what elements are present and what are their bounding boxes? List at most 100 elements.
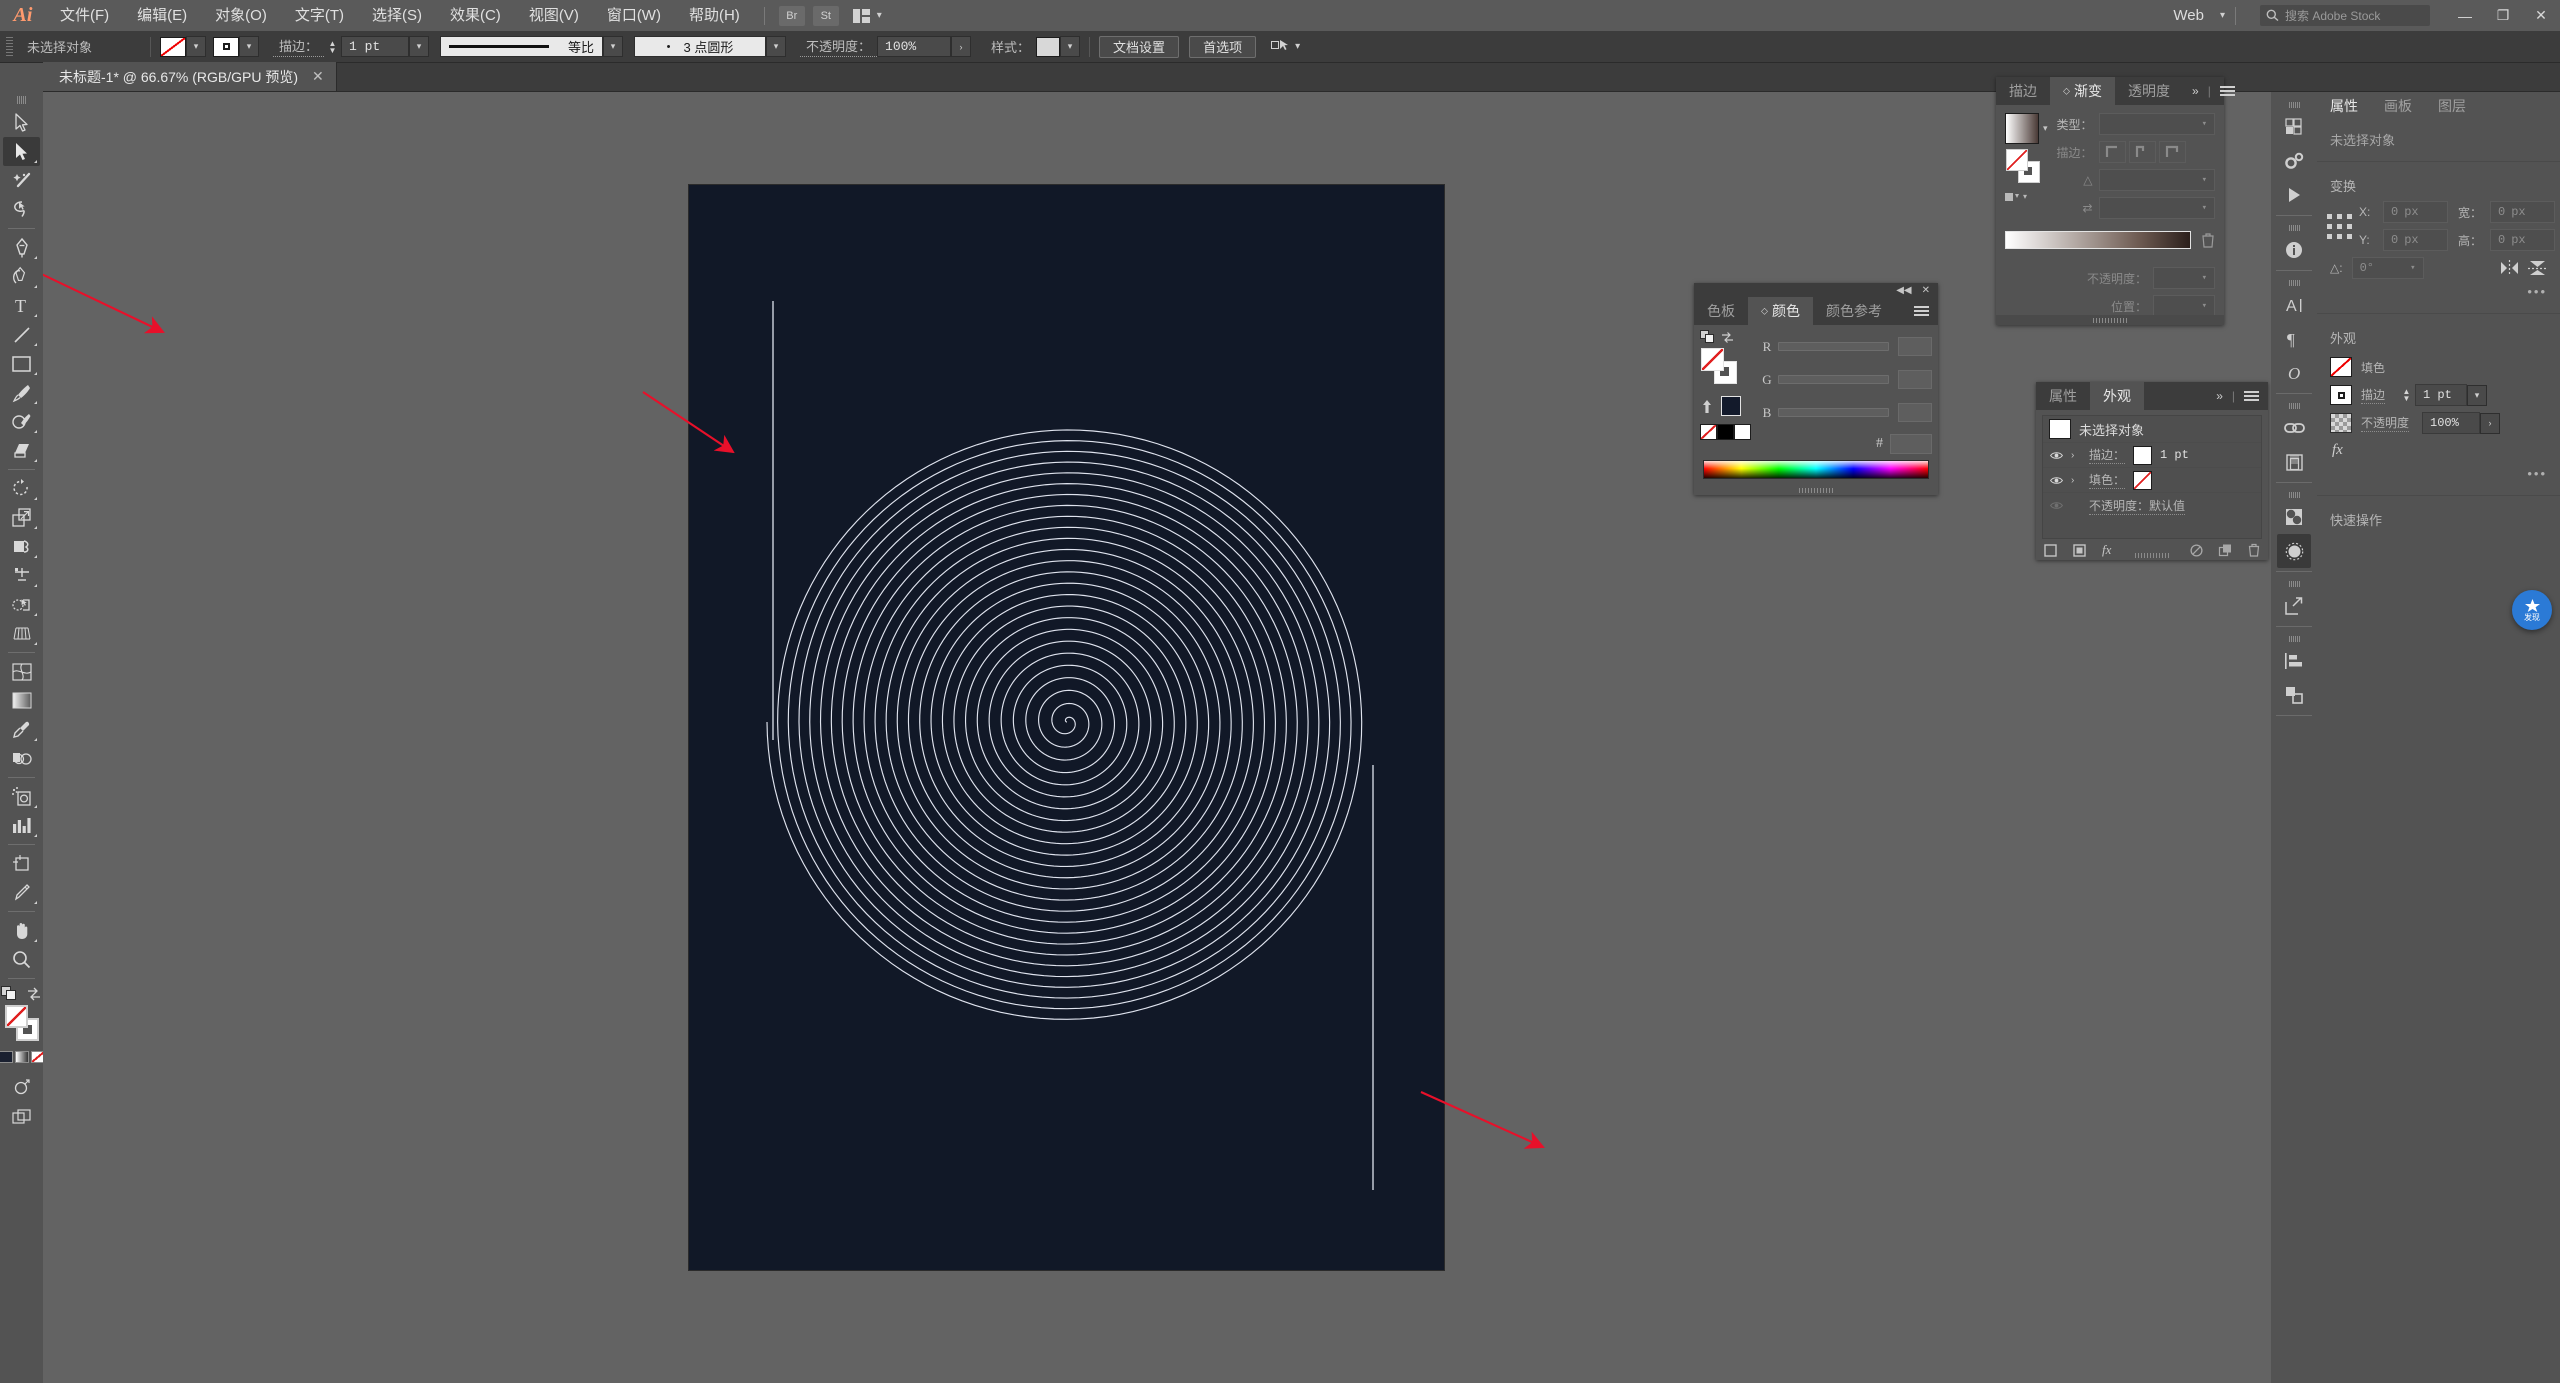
gradient-swatch-button[interactable]	[15, 1051, 29, 1063]
gradient-location-input[interactable]: ▾	[2153, 295, 2215, 317]
line-segment-tool[interactable]	[3, 320, 40, 349]
artboard[interactable]	[689, 185, 1444, 1270]
graphic-style-swatch[interactable]	[1036, 37, 1060, 57]
opacity-label[interactable]: 不透明度：	[800, 36, 877, 57]
eyedropper-tool[interactable]	[3, 715, 40, 744]
transform-x-input[interactable]: 0px	[2383, 201, 2448, 223]
properties-fill-swatch[interactable]	[2330, 357, 2352, 377]
transform-y-input[interactable]: 0px	[2383, 229, 2448, 251]
color-panel-titlebar[interactable]: ◀◀ ✕	[1694, 283, 1938, 297]
tab-gradient[interactable]: ⬦渐变	[2050, 77, 2115, 105]
scale-tool[interactable]	[3, 503, 40, 532]
color-channel-b[interactable]: B	[1756, 396, 1932, 429]
hex-input[interactable]	[1890, 434, 1932, 454]
control-bar-grip[interactable]	[6, 37, 13, 57]
menu-window[interactable]: 窗口(W)	[593, 0, 675, 31]
appearance-row-stroke[interactable]: › 描边： 1 pt	[2043, 443, 2261, 468]
properties-opacity-swatch[interactable]	[2330, 413, 2352, 433]
paragraph-icon[interactable]: ¶	[2277, 322, 2311, 356]
gradient-panel-menu[interactable]: » |	[2183, 77, 2244, 105]
flip-horizontal-icon[interactable]	[2500, 260, 2519, 276]
properties-opacity-caret-icon[interactable]: ›	[2480, 413, 2500, 434]
pen-tool[interactable]	[3, 233, 40, 262]
bridge-icon[interactable]: Br	[779, 6, 805, 26]
white-swatch[interactable]	[1734, 424, 1751, 440]
zoom-tool[interactable]	[3, 945, 40, 974]
properties-stroke-label[interactable]: 描边	[2361, 386, 2385, 404]
appearance-target-row[interactable]: 未选择对象	[2043, 416, 2261, 443]
opacity-input[interactable]: 100%	[877, 36, 951, 57]
slice-tool[interactable]	[3, 878, 40, 907]
graphic-style-caret-icon[interactable]: ▾	[1060, 36, 1080, 57]
tab-color-guide[interactable]: 颜色参考	[1813, 297, 1895, 325]
stroke-dropdown-caret-icon[interactable]: ▾	[239, 36, 259, 57]
appearance-stroke-label[interactable]: 描边：	[2089, 446, 2125, 464]
brushes-icon[interactable]	[2277, 534, 2311, 568]
panel-menu-icon[interactable]	[1914, 306, 1929, 317]
channel-value-b[interactable]	[1898, 403, 1932, 422]
selection-tool[interactable]	[3, 108, 40, 137]
gradient-stroke-along-icon[interactable]	[2129, 141, 2156, 163]
menu-type[interactable]: 文字(T)	[281, 0, 358, 31]
libraries-icon[interactable]	[2277, 110, 2311, 144]
dock-strip-grip[interactable]	[2289, 102, 2300, 108]
visibility-eye-icon[interactable]	[2049, 448, 2063, 462]
properties-stroke-swatch[interactable]	[2330, 385, 2352, 405]
stroke-weight-input[interactable]: 1 pt	[341, 36, 409, 57]
channel-value-g[interactable]	[1898, 370, 1932, 389]
type-tool[interactable]: T	[3, 291, 40, 320]
gradient-preview-swatch[interactable]	[2005, 113, 2039, 144]
gradient-fill-stroke-indicator[interactable]	[2005, 149, 2045, 183]
select-similar-objects-button[interactable]: ▾	[1271, 39, 1300, 55]
tab-swatches[interactable]: 色板	[1694, 297, 1748, 325]
appearance-panel-resize-grip[interactable]	[2036, 550, 2268, 560]
properties-stroke-caret-icon[interactable]: ▾	[2467, 385, 2487, 406]
swap-fill-stroke-thumbnail-icon[interactable]	[1, 986, 18, 1001]
fill-dropdown-caret-icon[interactable]: ▾	[186, 36, 206, 57]
tab-properties[interactable]: 属性	[2036, 382, 2090, 410]
document-tab[interactable]: 未标题-1* @ 66.67% (RGB/GPU 预览) ✕	[43, 62, 337, 91]
properties-stroke-stepper[interactable]: ▲▼	[2400, 388, 2413, 402]
tab-properties[interactable]: 属性	[2317, 92, 2371, 120]
fill-stroke-indicator[interactable]	[3, 1005, 40, 1045]
dock-group-grip[interactable]	[2289, 492, 2300, 498]
panel-menu-icon[interactable]	[2220, 86, 2235, 97]
width-tool[interactable]	[3, 532, 40, 561]
channel-slider-r[interactable]	[1778, 342, 1889, 351]
default-fill-stroke-icon[interactable]	[1700, 330, 1715, 344]
gradient-slider[interactable]	[2005, 231, 2191, 249]
pathfinder-icon[interactable]	[2277, 500, 2311, 534]
gradient-type-select[interactable]: ▾	[2099, 113, 2215, 135]
transform-icon[interactable]	[2277, 678, 2311, 712]
gradient-panel-resize-grip[interactable]	[1996, 315, 2224, 325]
stroke-weight-stepper[interactable]: ▲▼	[326, 40, 339, 54]
stock-icon[interactable]: St	[813, 6, 839, 26]
lasso-tool[interactable]	[3, 195, 40, 224]
search-adobe-stock-input[interactable]: 搜索 Adobe Stock	[2260, 5, 2430, 26]
tab-appearance[interactable]: 外观	[2090, 382, 2144, 410]
gradient-opacity-input[interactable]: ▾	[2153, 267, 2215, 289]
menu-select[interactable]: 选择(S)	[358, 0, 436, 31]
opacity-caret-icon[interactable]: ›	[951, 36, 971, 57]
glyphs-icon[interactable]: O	[2277, 356, 2311, 390]
stroke-profile-select[interactable]: 等比	[440, 36, 603, 57]
chevron-right-icon[interactable]: ›	[2071, 450, 2081, 461]
menu-edit[interactable]: 编辑(E)	[123, 0, 201, 31]
appearance-fill-swatch[interactable]	[2133, 471, 2152, 490]
gradient-reverse-icon[interactable]: ⇄	[2057, 201, 2093, 215]
appearance-panel-menu[interactable]: » |	[2207, 382, 2268, 410]
expand-panel-icon[interactable]: »	[2216, 389, 2223, 403]
fill-color-swatch[interactable]	[160, 37, 186, 57]
appearance-fill-label[interactable]: 填色：	[2089, 471, 2125, 489]
direct-selection-tool[interactable]	[3, 137, 40, 166]
current-color-swatch[interactable]	[1721, 396, 1741, 416]
links-icon[interactable]	[2277, 411, 2311, 445]
color-fill-box[interactable]	[1701, 348, 1724, 371]
restore-button[interactable]: ❐	[2484, 0, 2522, 31]
fill-indicator-swatch[interactable]	[5, 1005, 28, 1028]
eraser-tool[interactable]	[3, 436, 40, 465]
gradient-stroke-across-icon[interactable]	[2159, 141, 2186, 163]
mesh-tool[interactable]	[3, 657, 40, 686]
change-screen-mode-button[interactable]	[3, 1073, 40, 1102]
collapse-icon[interactable]: ◀◀	[1896, 285, 1911, 296]
